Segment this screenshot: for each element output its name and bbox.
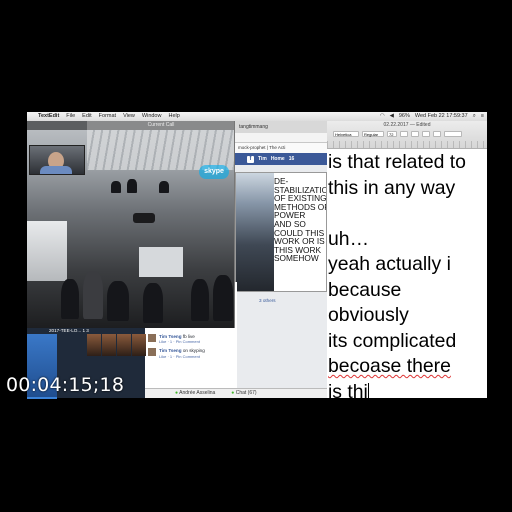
text-area[interactable]: is that related to this in any way uh… y… (327, 149, 487, 398)
battery-percent[interactable]: 96% (399, 112, 410, 121)
skype-caption: 2017-TEE-LO... 1 3 (49, 328, 89, 333)
shares-count[interactable]: 3 others (259, 298, 276, 303)
mac-menubar: TextEdit File Edit Format View Window He… (27, 112, 487, 121)
skype-call-window: Current Call skype (27, 121, 235, 328)
menu-format[interactable]: Format (99, 112, 116, 121)
screen-recording-frame: tangtimmang mock-prophet | The Acti f Ti… (27, 112, 487, 398)
document-title: 02.22.2017 — Edited (383, 122, 431, 128)
italic-button[interactable] (422, 131, 430, 137)
status-area: ◠ ◀ 96% Wed Feb 22 17:59:37 ⌕ ≡ (380, 112, 487, 121)
audience-person (159, 181, 169, 193)
audience-person (143, 283, 163, 323)
bookmarks-bar[interactable]: mock-prophet | The Acti (235, 143, 327, 153)
chat-contact[interactable]: ● Andrée Asselina (175, 389, 215, 398)
volume-icon[interactable]: ◀ (390, 112, 394, 121)
menu-file[interactable]: File (66, 112, 75, 121)
facebook-chat-bar: ● Andrée Asselina ● Chat (67) (145, 388, 327, 398)
overlay-caption: DE- STABILIZATIO OF EXISTING METHODS OF … (274, 177, 326, 264)
text-line: its complicated (328, 329, 457, 352)
text-color-button[interactable] (400, 131, 408, 137)
progress-bar[interactable] (27, 397, 57, 399)
text-line: this in any way (328, 176, 456, 199)
skype-logo-icon: skype (199, 165, 229, 179)
text-line: uh… (328, 227, 369, 250)
comment-author[interactable]: Tim Tseng (159, 348, 182, 353)
embedded-video-window: DE- STABILIZATIO OF EXISTING METHODS OF … (235, 172, 327, 292)
like-link[interactable]: Like (159, 354, 166, 359)
like-count: 1 (169, 339, 173, 345)
menu-help[interactable]: Help (168, 112, 179, 121)
self-view-video[interactable] (29, 145, 85, 175)
comment-author[interactable]: Tim Tseng (159, 334, 182, 339)
comment-text: fb live (182, 333, 195, 339)
comment-item: Tim Tseng fb live Like · 1 · Pin Comment (145, 332, 237, 347)
online-dot-icon: ● (231, 390, 235, 396)
font-size-select[interactable]: 72 (387, 131, 397, 137)
format-controls: Helvetica Regular 72 (333, 131, 462, 137)
thumbnail[interactable] (117, 334, 131, 356)
text-line: becoase there (328, 355, 451, 377)
bold-button[interactable] (411, 131, 419, 137)
text-line: because (328, 278, 402, 301)
menu-window[interactable]: Window (142, 112, 162, 121)
online-dot-icon: ● (175, 390, 179, 396)
audience-person (61, 279, 79, 319)
underline-button[interactable] (433, 131, 441, 137)
text-line: is that related to (328, 151, 466, 173)
avatar[interactable] (148, 348, 156, 357)
video-thumbnail[interactable] (236, 173, 274, 291)
address-bar[interactable] (235, 133, 327, 143)
audience-person (127, 179, 137, 193)
projector (133, 213, 155, 223)
comment-item: Tim Tseng on skyping Like · 1 · Pin Comm… (145, 346, 237, 361)
thumbnail[interactable] (132, 334, 146, 356)
avatar[interactable] (148, 333, 156, 342)
audience-person (111, 181, 121, 193)
textedit-window: 02.22.2017 — Edited Helvetica Regular 72… (327, 121, 487, 398)
like-count: 1 (169, 353, 173, 359)
pin-comment-link[interactable]: Pin Comment (176, 339, 200, 344)
menu-list-icon[interactable]: ≡ (481, 112, 484, 121)
ruler[interactable] (327, 141, 487, 148)
facebook-top-bar: f Tim Home 16 (235, 153, 327, 165)
audience-person (191, 279, 209, 321)
audience-person (107, 281, 129, 321)
caption-line: SOMEHOW (274, 253, 319, 264)
search-icon[interactable]: ⌕ (473, 112, 476, 121)
fb-home-count: 16 (288, 156, 295, 162)
thumbnail[interactable] (87, 334, 101, 356)
chat-button[interactable]: ● Chat (67) (231, 389, 256, 398)
timecode: 00:04:15;18 (6, 374, 125, 396)
text-line-current: is thi (328, 380, 487, 398)
thumbnail-strip (87, 334, 146, 356)
ceiling (87, 130, 234, 170)
menu-edit[interactable]: Edit (82, 112, 91, 121)
comment-text: on skyping (182, 348, 205, 354)
skype-title[interactable]: Current Call (87, 121, 234, 130)
text-caret (367, 382, 369, 398)
alignment-buttons[interactable] (444, 131, 462, 137)
fb-user-link[interactable]: Tim (258, 156, 267, 162)
thumbnail[interactable] (102, 334, 116, 356)
text-line: obviously (328, 304, 409, 326)
like-link[interactable]: Like (159, 339, 166, 344)
browser-tab[interactable]: tangtimmang (235, 121, 327, 133)
font-style-select[interactable]: Regular (362, 131, 384, 137)
window-light (27, 221, 67, 281)
textedit-toolbar: 02.22.2017 — Edited Helvetica Regular 72 (327, 121, 487, 149)
font-family-select[interactable]: Helvetica (333, 131, 359, 137)
projection-screen (139, 247, 183, 277)
shirt (40, 166, 72, 174)
audience-person (213, 275, 233, 321)
fb-home-link[interactable]: Home (271, 156, 285, 162)
menu-app-name[interactable]: TextEdit (38, 112, 59, 121)
text-line (328, 201, 487, 227)
wifi-icon[interactable]: ◠ (380, 112, 385, 121)
pin-comment-link[interactable]: Pin Comment (176, 354, 200, 359)
text-line: yeah actually i (328, 253, 451, 275)
clock[interactable]: Wed Feb 22 17:59:37 (415, 112, 468, 121)
facebook-icon[interactable]: f (247, 155, 254, 163)
audience-person (83, 271, 103, 319)
menu-view[interactable]: View (123, 112, 135, 121)
